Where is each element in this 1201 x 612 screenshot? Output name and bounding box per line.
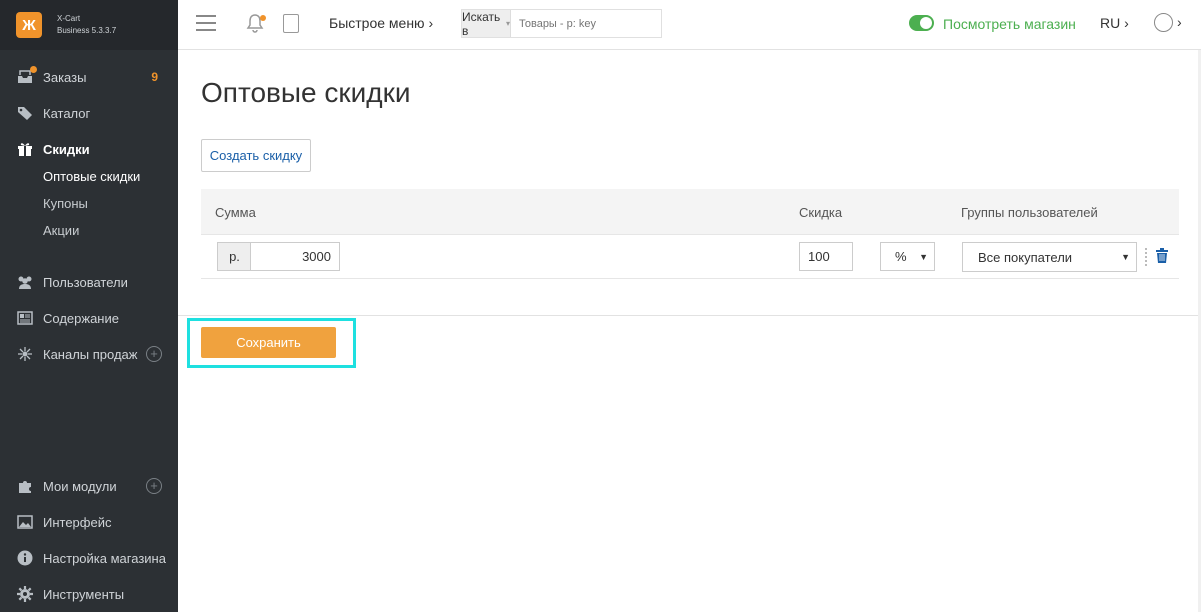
- sidebar-subitem-coupons[interactable]: Купоны: [0, 190, 178, 217]
- sidebar-item-label: Интерфейс: [43, 514, 112, 530]
- sales-channels-icon: [16, 346, 34, 362]
- sidebar-item-users[interactable]: Пользователи: [0, 264, 178, 300]
- bell-notify-dot: [260, 15, 266, 21]
- column-header-discount: Скидка: [799, 205, 843, 220]
- brand-text: X-Cart Business 5.3.3.7: [57, 13, 116, 37]
- sidebar-item-label: Каталог: [43, 105, 91, 121]
- add-module-icon[interactable]: +: [146, 478, 162, 494]
- calculator-icon[interactable]: [283, 14, 299, 33]
- save-button[interactable]: Сохранить: [201, 327, 336, 358]
- sidebar-item-label: Инструменты: [43, 586, 125, 602]
- orders-count-badge: 9: [151, 70, 158, 84]
- drag-handle[interactable]: [1145, 248, 1147, 266]
- sidebar-item-label: Пользователи: [43, 274, 128, 290]
- sidebar-item-orders[interactable]: Заказы 9: [0, 59, 178, 95]
- caret-down-icon: ▼: [1121, 252, 1130, 262]
- sidebar-item-content[interactable]: Содержание: [0, 300, 178, 336]
- chevron-right-icon: ›: [1124, 15, 1129, 31]
- chevron-right-icon[interactable]: ›: [1177, 14, 1182, 30]
- sidebar-item-label: Каналы продаж: [43, 346, 138, 362]
- caret-down-icon: ▾: [505, 19, 510, 28]
- sidebar-item-sales-channels[interactable]: Каналы продаж +: [0, 336, 178, 372]
- sidebar-item-label: Содержание: [43, 310, 119, 326]
- search-scope-label: Искать в: [462, 9, 501, 38]
- sidebar-item-label: Настройка магазина: [43, 550, 166, 566]
- user-avatar-icon[interactable]: [1154, 13, 1173, 32]
- tags-icon: [16, 105, 34, 121]
- puzzle-icon: [16, 478, 34, 494]
- sidebar-nav-middle: Пользователи Содержание Каналы продаж +: [0, 264, 178, 372]
- table-row: р. % ▼ Все покупатели ▼: [201, 236, 1179, 279]
- gift-icon: [16, 141, 34, 157]
- sidebar-item-label: Скидки: [43, 141, 90, 157]
- brand-version: Business 5.3.3.7: [57, 26, 117, 35]
- search-input[interactable]: [511, 10, 661, 37]
- sidebar-item-interface[interactable]: Интерфейс: [0, 504, 178, 540]
- quick-menu-button[interactable]: Быстрое меню ›: [329, 15, 433, 31]
- sidebar-item-store-settings[interactable]: Настройка магазина: [0, 540, 178, 576]
- page-title: Оптовые скидки: [201, 77, 411, 108]
- quick-menu-label: Быстрое меню: [329, 15, 425, 31]
- top-header: Быстрое меню › Искать в ▾ Посмотреть маг…: [178, 0, 1201, 50]
- sidebar-item-catalog[interactable]: Каталог: [0, 95, 178, 131]
- orders-icon: [16, 66, 37, 85]
- content-icon: [16, 310, 34, 326]
- amount-input[interactable]: [250, 242, 340, 271]
- sidebar-item-label: Мои модули: [43, 478, 117, 494]
- gear-icon: [16, 586, 34, 602]
- xcart-logo[interactable]: Ж: [16, 12, 42, 38]
- sidebar-item-discounts[interactable]: Скидки: [0, 131, 178, 167]
- info-icon: [16, 550, 34, 566]
- sidebar-nav-top: Заказы 9 Каталог Скидки: [0, 59, 178, 167]
- sidebar-item-modules[interactable]: Мои модули +: [0, 468, 178, 504]
- users-icon: [16, 274, 34, 290]
- sidebar-subitem-promotions[interactable]: Акции: [0, 217, 178, 244]
- membership-group-select[interactable]: Все покупатели ▼: [962, 242, 1137, 272]
- sidebar-item-tools[interactable]: Инструменты: [0, 576, 178, 612]
- trash-icon[interactable]: [1156, 248, 1168, 263]
- image-icon: [16, 514, 34, 530]
- language-label: RU: [1100, 15, 1121, 31]
- discount-unit-select[interactable]: % ▼: [880, 242, 935, 271]
- search-box: Искать в ▾: [461, 9, 662, 38]
- brand[interactable]: Ж X-Cart Business 5.3.3.7: [0, 0, 178, 50]
- column-header-groups: Группы пользователей: [961, 205, 1098, 220]
- view-store-link[interactable]: Посмотреть магазин: [943, 16, 1076, 32]
- divider: [178, 315, 1198, 316]
- column-header-amount: Сумма: [215, 205, 256, 220]
- brand-name: X-Cart: [57, 14, 81, 23]
- sidebar-subitem-wholesale[interactable]: Оптовые скидки: [0, 163, 178, 190]
- orders-notify-dot: [30, 66, 37, 73]
- sidebar-item-label: Заказы: [43, 69, 87, 85]
- sidebar: Ж X-Cart Business 5.3.3.7 Заказы 9 Катал…: [0, 0, 178, 612]
- caret-down-icon: ▼: [919, 252, 928, 262]
- language-selector[interactable]: RU ›: [1100, 15, 1129, 31]
- store-toggle[interactable]: [909, 15, 934, 31]
- discount-unit-value: %: [895, 249, 907, 264]
- sidebar-subnav: Оптовые скидки Купоны Акции: [0, 163, 178, 244]
- chevron-right-icon: ›: [428, 15, 434, 31]
- search-scope-dropdown[interactable]: Искать в ▾: [462, 9, 511, 38]
- hamburger-menu-icon[interactable]: [196, 15, 216, 31]
- bell-icon[interactable]: [246, 13, 266, 35]
- membership-group-value: Все покупатели: [978, 249, 1073, 265]
- table-header: Сумма Скидка Группы пользователей: [201, 189, 1179, 235]
- create-discount-button[interactable]: Создать скидку: [201, 139, 311, 172]
- discount-input[interactable]: [799, 242, 853, 271]
- sidebar-nav-bottom: Мои модули + Интерфейс Настройка магазин…: [0, 468, 178, 612]
- add-channel-icon[interactable]: +: [146, 346, 162, 362]
- currency-prefix: р.: [217, 242, 251, 271]
